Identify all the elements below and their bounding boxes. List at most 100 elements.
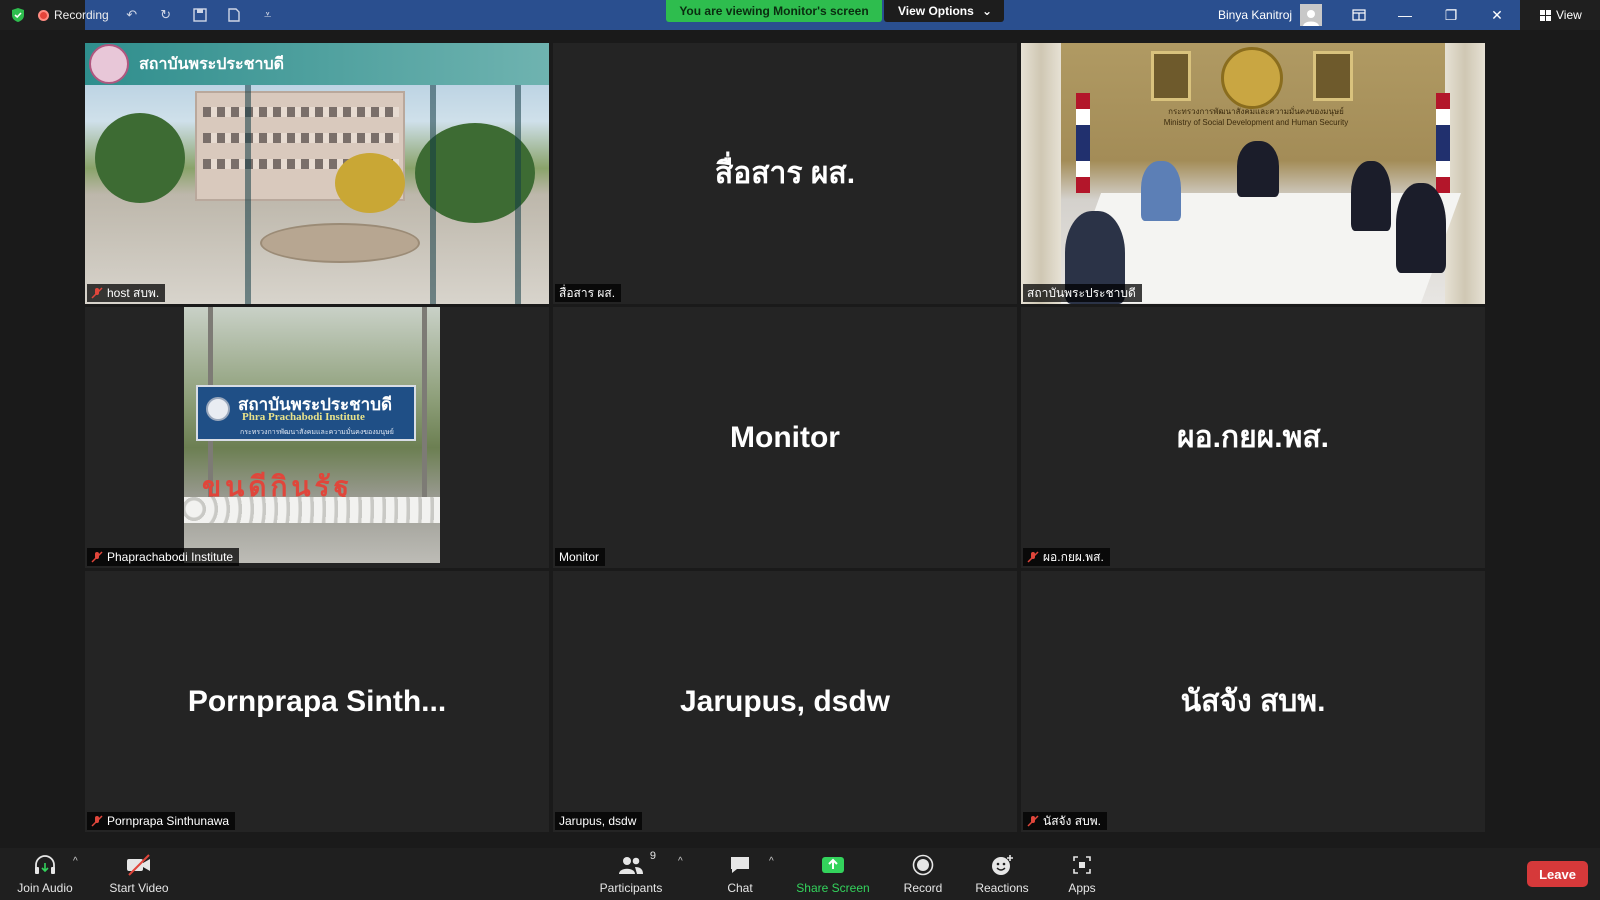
grid-icon <box>1540 9 1551 21</box>
restore-icon[interactable]: ❐ <box>1428 0 1474 30</box>
new-document-icon[interactable] <box>223 4 245 26</box>
video-tile-jarupus[interactable]: Jarupus, dsdw Jarupus, dsdw <box>553 571 1017 832</box>
ministry-sign-th: กระทรวงการพัฒนาสังคมและความมั่นคงของมนุษ… <box>1168 107 1344 116</box>
video-tile-nasjang[interactable]: นัสจัง สบพ. นัสจัง สบพ. <box>1021 571 1485 832</box>
chat-button[interactable]: Chat <box>712 848 768 900</box>
video-tile-pornprapa[interactable]: Pornprapa Sinth... Pornprapa Sinthunawa <box>85 571 549 832</box>
participant-name-tag: นัสจัง สบพ. <box>1023 812 1107 830</box>
ministry-sign: กระทรวงการพัฒนาสังคมและความมั่นคงของมนุษ… <box>1131 105 1381 127</box>
meeting-room-video: กระทรวงการพัฒนาสังคมและความมั่นคงของมนุษ… <box>1021 43 1485 304</box>
participants-icon: 9 <box>618 850 656 876</box>
ministry-sign-en: Ministry of Social Development and Human… <box>1163 118 1349 127</box>
muted-mic-icon <box>1027 815 1039 827</box>
participant-name-tag: Monitor <box>555 548 606 566</box>
participant-name: Jarupus, dsdw <box>559 814 637 828</box>
muted-mic-icon <box>91 551 103 563</box>
sign-sub-text: กระทรวงการพัฒนาสังคมและความมั่นคงของมนุษ… <box>240 429 394 436</box>
video-tile-host[interactable]: สถาบันพระประชาบดี host สบพ. <box>85 43 549 304</box>
audio-options-caret-icon[interactable]: ^ <box>73 856 78 867</box>
video-gallery: สถาบันพระประชาบดี host สบพ. สื่อสาร ผส. … <box>85 43 1485 832</box>
undo-icon[interactable]: ↶ <box>121 4 143 26</box>
leave-button[interactable]: Leave <box>1527 861 1588 887</box>
apps-label: Apps <box>1068 880 1096 895</box>
participant-display-name: Jarupus, dsdw <box>679 684 891 718</box>
participant-name-tag: host สบพ. <box>87 284 166 302</box>
apps-icon <box>1072 854 1092 876</box>
participant-name-tag: สื่อสาร ผส. <box>555 284 622 302</box>
participants-button[interactable]: 9 Participants <box>594 848 668 900</box>
chat-options-caret-icon[interactable]: ^ <box>769 856 774 867</box>
participant-display-name: ผอ.กยผ.พส. <box>1176 421 1329 454</box>
participant-name-tag: Pornprapa Sinthunawa <box>87 812 236 830</box>
redo-icon[interactable]: ↻ <box>155 4 177 26</box>
title-bar: Recording ↶ ↻ ⩡ You are viewing Monitor'… <box>0 0 1600 30</box>
save-icon[interactable] <box>189 4 211 26</box>
viewing-screen-banner: You are viewing Monitor's screen <box>666 0 882 22</box>
sign-english-text: Phra Prachabodi Institute <box>242 411 365 423</box>
record-button[interactable]: Record <box>898 848 948 900</box>
record-icon <box>912 854 934 876</box>
institute-sign-video: สถาบันพระประชาบดี Phra Prachabodi Instit… <box>184 307 440 563</box>
video-tile-director[interactable]: ผอ.กยผ.พส. ผอ.กยผ.พส. <box>1021 307 1485 568</box>
view-options-label: View Options <box>898 4 974 18</box>
institute-sign-board: สถาบันพระประชาบดี Phra Prachabodi Instit… <box>196 385 416 441</box>
view-options-button[interactable]: View Options ⌄ <box>884 0 1004 22</box>
recording-label: Recording <box>54 8 109 22</box>
participant-name: ผอ.กยผ.พส. <box>1043 549 1104 564</box>
participant-name: host สบพ. <box>107 285 160 300</box>
campus-video: สถาบันพระประชาบดี <box>85 43 549 304</box>
participant-display-name: สื่อสาร ผส. <box>714 157 856 190</box>
share-screen-button[interactable]: Share Screen <box>796 848 870 900</box>
start-video-label: Start Video <box>109 880 169 895</box>
participants-label: Participants <box>599 880 663 895</box>
join-audio-button[interactable]: Join Audio <box>14 848 76 900</box>
ministry-emblem-icon <box>1221 47 1283 109</box>
participant-display-name: Monitor <box>730 420 840 454</box>
participant-name-tag: Phaprachabodi Institute <box>87 548 240 566</box>
video-tile-active-speaker[interactable]: กระทรวงการพัฒนาสังคมและความมั่นคงของมนุษ… <box>1021 43 1485 304</box>
participant-display-name: Pornprapa Sinth... <box>187 684 447 718</box>
institute-banner: สถาบันพระประชาบดี <box>85 43 549 85</box>
chevron-down-icon: ⌄ <box>981 4 992 18</box>
institute-seal-icon <box>89 44 129 84</box>
view-button[interactable]: View <box>1540 8 1582 22</box>
user-info[interactable]: Binya Kanitroj <box>1218 0 1323 30</box>
share-screen-label: Share Screen <box>796 880 870 895</box>
close-icon[interactable]: ✕ <box>1474 0 1520 30</box>
reactions-button[interactable]: Reactions <box>972 848 1032 900</box>
participant-name: Phaprachabodi Institute <box>107 550 234 564</box>
title-bar-left-tools: Recording ↶ ↻ ⩡ <box>10 0 279 30</box>
avatar <box>1300 4 1323 26</box>
share-screen-icon <box>821 854 845 876</box>
meeting-toolbar: Join Audio ^ Start Video 9 Participants … <box>0 848 1600 900</box>
participants-options-caret-icon[interactable]: ^ <box>678 856 683 867</box>
video-off-icon <box>125 853 153 876</box>
institute-logo-icon <box>206 397 230 421</box>
video-tile-institute[interactable]: สถาบันพระประชาบดี Phra Prachabodi Instit… <box>85 307 549 568</box>
reactions-label: Reactions <box>975 880 1029 895</box>
video-tile-communication[interactable]: สื่อสาร ผส. สื่อสาร ผส. <box>553 43 1017 304</box>
apps-button[interactable]: Apps <box>1058 848 1106 900</box>
minimize-icon[interactable]: — <box>1382 0 1428 30</box>
participant-name: สถาบันพระประชาบดี <box>1027 285 1136 300</box>
participant-name: Monitor <box>559 550 600 564</box>
reactions-icon <box>990 854 1014 876</box>
participant-name-tag: ผอ.กยผ.พส. <box>1023 548 1110 566</box>
record-label: Record <box>903 880 943 895</box>
muted-mic-icon <box>91 287 103 299</box>
start-video-button[interactable]: Start Video <box>104 848 174 900</box>
participant-display-name: นัสจัง สบพ. <box>1180 685 1326 718</box>
layout-icon[interactable] <box>1336 0 1382 30</box>
customize-toolbar-icon[interactable]: ⩡ <box>257 4 279 26</box>
record-dot-icon <box>38 9 49 21</box>
shield-icon[interactable] <box>10 7 26 23</box>
user-name: Binya Kanitroj <box>1218 8 1293 22</box>
participant-name-tag: สถาบันพระประชาบดี <box>1023 284 1142 302</box>
headphones-icon <box>33 854 57 876</box>
recording-indicator[interactable]: Recording <box>38 8 109 22</box>
participant-name: นัสจัง สบพ. <box>1043 813 1101 828</box>
participant-name: สื่อสาร ผส. <box>559 285 616 300</box>
join-audio-label: Join Audio <box>17 880 73 895</box>
participants-count: 9 <box>649 849 656 862</box>
video-tile-monitor[interactable]: Monitor Monitor <box>553 307 1017 568</box>
